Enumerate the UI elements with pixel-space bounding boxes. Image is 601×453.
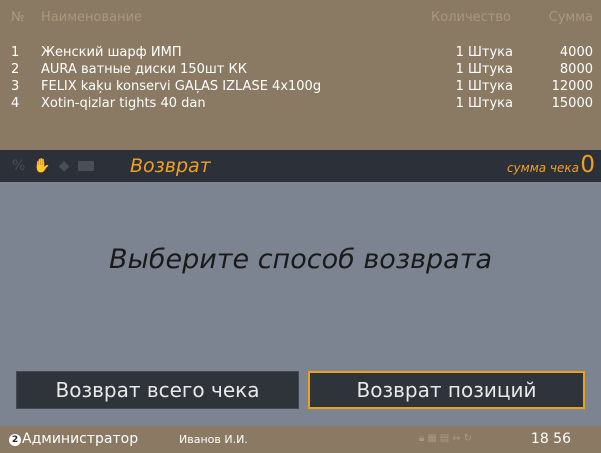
keyboard-icon: ▦ bbox=[427, 433, 437, 444]
row-name: FELIX kaķu konservi GAĻAS IZLASE 4x100g bbox=[41, 79, 322, 94]
return-method-prompt: Выберите способ возврата bbox=[109, 244, 492, 275]
row-sum: 4000 bbox=[559, 45, 593, 60]
row-no: 2 bbox=[11, 62, 20, 77]
table-row[interactable]: 1 Женский шарф ИМП 1 Штука 4000 bbox=[0, 45, 601, 62]
tag-icon[interactable]: ◆ bbox=[59, 158, 70, 174]
network-icon: ⇔ bbox=[452, 433, 461, 444]
table-row[interactable]: 4 Xotin-qizlar tights 40 dan 1 Штука 150… bbox=[0, 96, 601, 113]
header-name: Наименование bbox=[41, 10, 143, 25]
row-qty: 1 Штука bbox=[455, 45, 513, 60]
row-sum: 15000 bbox=[551, 96, 593, 111]
full-return-button[interactable]: Возврат всего чека bbox=[16, 371, 299, 409]
card-icon[interactable] bbox=[77, 161, 94, 171]
table-row[interactable]: 2 AURA ватные диски 150шт КК 1 Штука 800… bbox=[0, 62, 601, 79]
row-no: 4 bbox=[11, 96, 20, 111]
receipt-table: № Наименование Количество Сумма 1 Женски… bbox=[0, 0, 601, 150]
percent-icon[interactable]: % bbox=[12, 158, 25, 174]
clock: 18 56 bbox=[530, 431, 571, 447]
row-name: Женский шарф ИМП bbox=[41, 45, 182, 60]
row-qty: 1 Штука bbox=[455, 96, 513, 111]
user-badge: 2 bbox=[9, 434, 21, 446]
main-panel: Выберите способ возврата Возврат всего ч… bbox=[0, 182, 601, 426]
item-return-button[interactable]: Возврат позиций bbox=[308, 371, 585, 409]
row-qty: 1 Штука bbox=[455, 62, 513, 77]
row-no: 3 bbox=[11, 79, 20, 94]
status-icons: % ✋ ◆ bbox=[12, 158, 94, 174]
sync-icon: ↻ bbox=[463, 433, 473, 444]
user-role: Администратор bbox=[22, 431, 139, 447]
table-row[interactable]: 3 FELIX kaķu konservi GAĻAS IZLASE 4x100… bbox=[0, 79, 601, 96]
receipt-rows: 1 Женский шарф ИМП 1 Штука 4000 2 AURA в… bbox=[0, 45, 601, 113]
row-sum: 8000 bbox=[559, 62, 593, 77]
row-name: Xotin-qizlar tights 40 dan bbox=[41, 96, 206, 111]
header-sum: Сумма bbox=[548, 10, 593, 25]
pos-return-screen: № Наименование Количество Сумма 1 Женски… bbox=[0, 0, 601, 453]
row-sum: 12000 bbox=[551, 79, 593, 94]
row-no: 1 bbox=[11, 45, 20, 60]
mode-title: Возврат bbox=[130, 155, 211, 177]
printer-icon: ▤ bbox=[439, 433, 450, 444]
lock-icon: 🔒︎ bbox=[419, 433, 425, 444]
device-status-icons: 🔒︎ ▦ ▤ ⇔ ↻ bbox=[419, 433, 472, 444]
row-name: AURA ватные диски 150шт КК bbox=[41, 62, 247, 77]
row-qty: 1 Штука bbox=[455, 79, 513, 94]
user-name: Иванов И.И. bbox=[179, 433, 248, 446]
receipt-header: № Наименование Количество Сумма bbox=[0, 10, 601, 30]
footer-bar: 2 Администратор Иванов И.И. 🔒︎ ▦ ▤ ⇔ ↻ 1… bbox=[0, 426, 601, 453]
receipt-total-value: 0 bbox=[580, 152, 595, 178]
receipt-total-label: сумма чека bbox=[506, 161, 579, 175]
header-qty: Количество bbox=[431, 10, 511, 25]
hand-icon[interactable]: ✋ bbox=[33, 158, 50, 174]
header-no: № bbox=[11, 10, 25, 25]
status-bar: % ✋ ◆ Возврат сумма чека 0 bbox=[0, 150, 601, 182]
